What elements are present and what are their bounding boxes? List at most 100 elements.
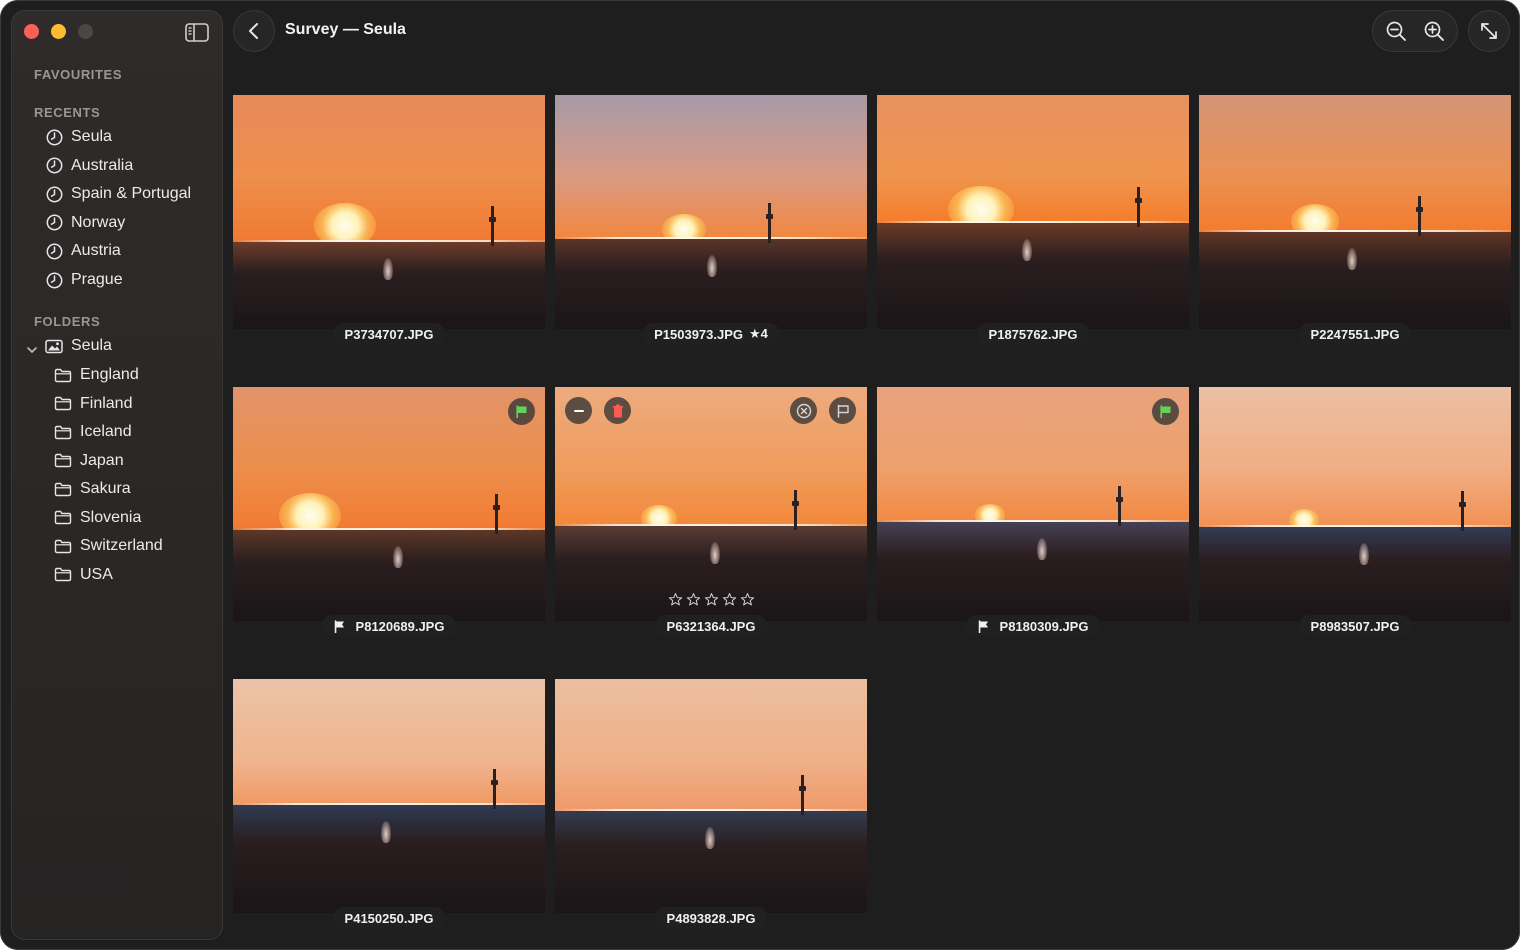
flag-icon[interactable]	[508, 398, 535, 425]
photo-caption: P4893828.JPG	[654, 907, 768, 929]
star-outline-icon[interactable]	[667, 591, 683, 607]
photo-image	[877, 387, 1189, 621]
photo-thumbnail[interactable]	[233, 95, 545, 329]
sidebar-item-recent[interactable]: Australia	[45, 153, 133, 179]
expand-icon	[1479, 21, 1499, 41]
sidebar-toggle-icon[interactable]	[184, 21, 210, 43]
sidebar-item-label: Norway	[71, 213, 126, 231]
sidebar-item-label: England	[80, 366, 139, 383]
photo-thumbnail[interactable]	[555, 95, 867, 329]
sidebar-item-recent[interactable]: Seula	[45, 124, 112, 150]
folder-icon	[54, 537, 72, 555]
app-window: FAVOURITES RECENTS Seula Australia Spain &…	[0, 0, 1520, 950]
photo-image	[555, 95, 867, 329]
sidebar-item-recent[interactable]: Spain & Portugal	[45, 181, 191, 207]
clock-icon	[45, 214, 63, 232]
zoom-window-button[interactable]	[78, 24, 93, 39]
photo-caption: P8983507.JPG	[1298, 615, 1412, 637]
clock-icon	[45, 185, 63, 203]
zoom-out-icon[interactable]	[1379, 14, 1413, 48]
back-button[interactable]	[233, 10, 275, 52]
photo-caption: P8180309.JPG	[965, 615, 1101, 637]
photo-thumbnail[interactable]	[555, 679, 867, 913]
photo-caption: P6321364.JPG	[654, 615, 768, 637]
photo-filename: P6321364.JPG	[666, 618, 756, 634]
clock-icon	[45, 271, 63, 289]
photo-filename: P1875762.JPG	[988, 326, 1078, 342]
photo-thumbnail[interactable]	[877, 387, 1189, 621]
photo-thumbnail[interactable]	[1199, 95, 1511, 329]
sidebar-item-label: Sakura	[80, 480, 131, 497]
sidebar-item-folder[interactable]: Slovenia	[54, 505, 141, 531]
trash-icon[interactable]	[604, 397, 631, 424]
folder-icon	[54, 452, 72, 470]
photo-thumbnail[interactable]	[555, 387, 867, 621]
flag-outline-icon[interactable]	[829, 397, 856, 424]
photo-thumbnail[interactable]	[233, 679, 545, 913]
minimize-window-button[interactable]	[51, 24, 66, 39]
reject-icon[interactable]	[790, 397, 817, 424]
chevron-left-icon	[247, 22, 261, 40]
star-outline-icon[interactable]	[685, 591, 701, 607]
chevron-down-icon[interactable]	[25, 343, 39, 357]
sidebar-item-recent[interactable]: Norway	[45, 210, 125, 236]
sidebar-item-label: USA	[80, 565, 113, 583]
photo-image	[233, 95, 545, 329]
flag-icon	[334, 620, 346, 634]
photo-thumbnail[interactable]	[877, 95, 1189, 329]
sidebar-item-label: Slovenia	[80, 508, 142, 526]
clock-icon	[45, 242, 63, 260]
star-outline-icon[interactable]	[703, 591, 719, 607]
photo-thumbnail[interactable]	[1199, 387, 1511, 621]
photo-caption: P8120689.JPG	[321, 615, 457, 637]
favourites-heading: FAVOURITES	[34, 67, 123, 82]
recents-heading: RECENTS	[34, 105, 101, 120]
zoom-in-icon[interactable]	[1417, 14, 1451, 48]
photo-filename: P3734707.JPG	[344, 326, 434, 342]
photo-filename: P8180309.JPG	[999, 618, 1089, 634]
fullscreen-button[interactable]	[1468, 10, 1510, 52]
photo-filename: P8983507.JPG	[1310, 618, 1400, 634]
star-outline-icon[interactable]	[739, 591, 755, 607]
sidebar-item-folder[interactable]: Japan	[54, 448, 124, 474]
sidebar-item-folder[interactable]: Finland	[54, 391, 132, 417]
photo-filename: P4893828.JPG	[666, 910, 756, 926]
photo-caption: P2247551.JPG	[1298, 323, 1412, 345]
photo-library-icon	[45, 337, 63, 355]
star-outline-icon[interactable]	[721, 591, 737, 607]
folder-icon	[54, 366, 72, 384]
zoom-controls	[1372, 10, 1458, 52]
photo-caption: P1875762.JPG	[976, 323, 1090, 345]
sidebar-item-recent[interactable]: Prague	[45, 267, 123, 293]
star-rating[interactable]	[667, 591, 755, 607]
sidebar-item-recent[interactable]: Austria	[45, 238, 121, 264]
photo-image	[555, 387, 867, 621]
sidebar-item-label: Seula	[71, 337, 112, 354]
close-window-button[interactable]	[24, 24, 39, 39]
sidebar-item-folder[interactable]: Switzerland	[54, 533, 163, 559]
photo-thumbnail[interactable]	[233, 387, 545, 621]
sidebar-item-label: Switzerland	[80, 537, 163, 554]
minus-icon[interactable]	[565, 397, 592, 424]
sidebar-item-folder[interactable]: Sakura	[54, 476, 131, 502]
sidebar-item-label: Japan	[80, 451, 124, 469]
folder-icon	[54, 509, 72, 527]
flag-icon[interactable]	[1152, 398, 1179, 425]
sidebar-item-folder[interactable]: Iceland	[54, 419, 132, 445]
sidebar-item-folder[interactable]: England	[54, 362, 139, 388]
sidebar-item-label: Iceland	[80, 423, 132, 440]
folders-heading: FOLDERS	[34, 314, 101, 329]
photo-image	[1199, 387, 1511, 621]
clock-icon	[45, 157, 63, 175]
photo-filename: P4150250.JPG	[344, 910, 434, 926]
sidebar: FAVOURITES RECENTS Seula Australia Spain &…	[11, 10, 223, 940]
sidebar-item-root-folder[interactable]: Seula	[45, 333, 112, 359]
folder-icon	[54, 395, 72, 413]
folder-icon	[54, 480, 72, 498]
sidebar-item-folder[interactable]: USA	[54, 562, 113, 588]
photo-filename: P2247551.JPG	[1310, 326, 1400, 342]
rating-label: ★4	[749, 326, 768, 341]
photo-image	[233, 679, 545, 913]
clock-icon	[45, 128, 63, 146]
folder-icon	[54, 566, 72, 584]
